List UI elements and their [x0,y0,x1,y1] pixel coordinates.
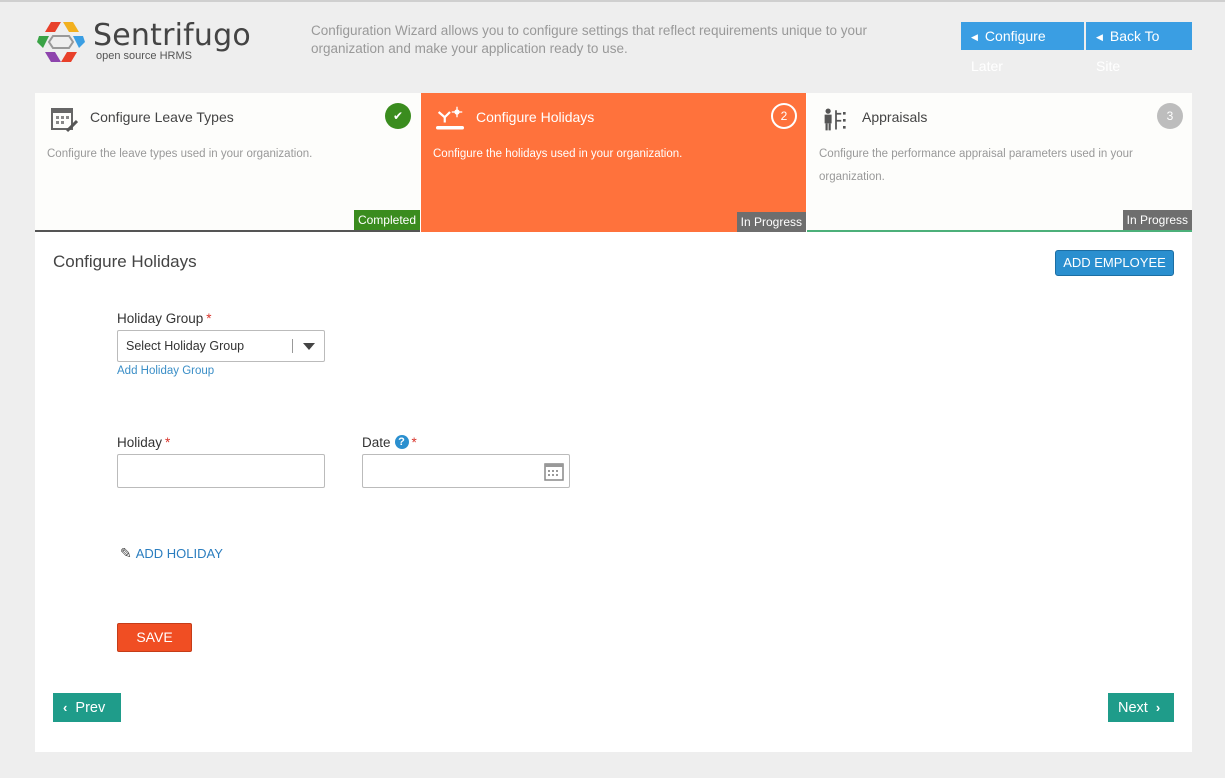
date-input[interactable] [362,454,570,488]
next-button[interactable]: Next › [1108,693,1174,722]
step-description: Configure the performance appraisal para… [819,148,1133,183]
add-holiday-label: ADD HOLIDAY [135,546,223,561]
step-appraisals[interactable]: Appraisals 3 Configure the performance a… [807,93,1192,232]
caret-left-icon: ◀ [971,32,978,42]
checkmark-icon: ✔ [385,103,411,129]
logo-title: Sentrifugo [93,18,251,53]
chevron-right-icon: › [1155,700,1161,715]
calendar-icon[interactable] [544,462,564,481]
wizard-container: Configure Leave Types ✔ Configure the le… [35,93,1192,752]
back-to-site-label: Back To Site [1096,28,1160,74]
appraisal-icon [824,108,846,131]
required-marker: * [206,311,212,326]
required-marker: * [165,435,171,450]
status-badge: Completed [353,210,420,230]
add-holiday-link[interactable]: ✎ ADD HOLIDAY [120,545,223,562]
caret-left-icon: ◀ [1096,32,1103,42]
holiday-input[interactable] [117,454,325,488]
prev-label: Prev [75,700,106,716]
chevron-left-icon: ‹ [63,700,68,715]
holiday-group-label: Holiday Group * [117,311,212,326]
status-badge: In Progress [736,212,806,232]
holiday-group-selected-value: Select Holiday Group [126,339,245,353]
logo[interactable]: Sentrifugo open source HRMS [37,18,251,68]
calendar-edit-icon [51,108,78,133]
top-divider [0,0,1225,2]
step-description: Configure the holidays used in your orga… [433,148,683,160]
configure-later-button[interactable]: ◀ Configure Later [961,22,1084,74]
configure-later-label: Configure Later [971,28,1046,74]
pen-icon: ✎ [120,545,132,561]
help-icon[interactable]: ? [394,435,409,449]
next-label: Next [1118,700,1148,716]
step-description: Configure the leave types used in your o… [47,148,313,160]
logo-subtitle: open source HRMS [96,50,192,62]
step-number-badge: 2 [771,103,797,129]
required-marker: * [411,435,417,450]
holiday-label: Holiday * [117,435,170,450]
date-label-text: Date [362,435,391,450]
page-title: Configure Holidays [53,252,197,271]
step-number-badge: 3 [1157,103,1183,129]
holiday-group-select[interactable]: Select Holiday Group [117,330,325,362]
status-badge: In Progress [1122,210,1192,230]
step-configure-leave-types[interactable]: Configure Leave Types ✔ Configure the le… [35,93,420,232]
holiday-group-label-text: Holiday Group [117,311,204,326]
date-label: Date? * [362,435,417,451]
wizard-description: Configuration Wizard allows you to confi… [311,23,868,56]
step-title: Appraisals [862,109,928,125]
sentrifugo-logo-icon [37,22,85,62]
chevron-down-icon [303,343,315,350]
step-title: Configure Holidays [476,109,595,125]
add-holiday-group-link[interactable]: Add Holiday Group [117,365,214,377]
holiday-label-text: Holiday [117,435,163,450]
select-divider [292,339,293,353]
prev-button[interactable]: ‹ Prev [53,693,121,722]
step-title: Configure Leave Types [90,109,234,125]
save-button[interactable]: SAVE [117,623,192,652]
holiday-icon [436,106,464,130]
add-employee-button[interactable]: ADD EMPLOYEE [1055,250,1174,276]
back-to-site-button[interactable]: ◀ Back To Site [1086,22,1192,74]
step-configure-holidays[interactable]: Configure Holidays 2 Configure the holid… [421,93,806,232]
